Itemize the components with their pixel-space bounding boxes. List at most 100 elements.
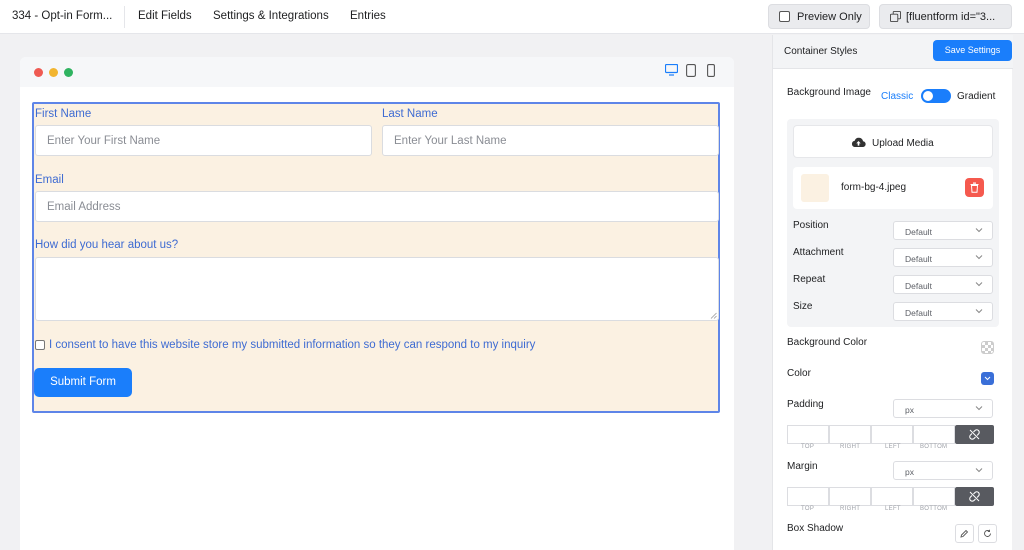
margin-unit-select[interactable]: px xyxy=(893,461,993,480)
email-input[interactable]: Email Address xyxy=(35,191,719,222)
container-styles-panel: Container Styles Save Settings Backgroun… xyxy=(772,35,1013,550)
background-image-settings: Upload Media form-bg-4.jpeg Position Def… xyxy=(787,119,999,327)
repeat-label: Repeat xyxy=(793,274,826,285)
desktop-icon[interactable] xyxy=(665,64,678,76)
file-name: form-bg-4.jpeg xyxy=(841,182,907,193)
submit-form-button[interactable]: Submit Form xyxy=(34,368,132,397)
padding-right-input[interactable] xyxy=(829,425,871,444)
size-value: Default xyxy=(905,308,932,318)
margin-bottom-input[interactable] xyxy=(913,487,955,506)
size-select[interactable]: Default xyxy=(893,302,993,321)
padding-label: Padding xyxy=(787,399,824,410)
preview-only-button[interactable]: Preview Only xyxy=(768,4,870,29)
background-color-label: Background Color xyxy=(787,337,868,348)
edit-shadow-button[interactable] xyxy=(955,524,974,543)
shortcode-label: [fluentform id="3... xyxy=(906,11,996,23)
upload-media-button[interactable]: Upload Media xyxy=(793,125,993,158)
box-label-left: LEFT xyxy=(885,444,901,450)
attachment-select[interactable]: Default xyxy=(893,248,993,267)
consent-text: I consent to have this website store my … xyxy=(49,339,536,351)
box-shadow-label: Box Shadow xyxy=(787,523,844,534)
delete-image-button[interactable] xyxy=(965,178,984,197)
reset-shadow-button[interactable] xyxy=(978,524,997,543)
padding-top-input[interactable] xyxy=(787,425,829,444)
consent-checkbox[interactable] xyxy=(35,340,45,350)
repeat-value: Default xyxy=(905,281,932,291)
box-label-right: RIGHT xyxy=(840,444,861,450)
tab-settings-integrations[interactable]: Settings & Integrations xyxy=(213,10,329,22)
position-label: Position xyxy=(793,220,829,231)
background-color-swatch[interactable] xyxy=(981,341,994,354)
reset-icon xyxy=(984,529,991,537)
form-title: 334 - Opt-in Form... xyxy=(12,10,113,22)
panel-title: Container Styles xyxy=(784,46,858,57)
gradient-option[interactable]: Gradient xyxy=(957,91,995,102)
checkbox-icon xyxy=(779,11,790,22)
last-name-label: Last Name xyxy=(382,108,438,120)
copy-icon xyxy=(890,11,901,22)
margin-unit-value: px xyxy=(905,467,914,477)
tab-entries[interactable]: Entries xyxy=(350,10,386,22)
box-label-left: LEFT xyxy=(885,506,901,512)
window-dot-green xyxy=(64,68,73,77)
box-label-top: TOP xyxy=(801,506,815,512)
chevron-down-icon xyxy=(975,309,983,314)
classic-option[interactable]: Classic xyxy=(881,91,913,102)
padding-unit-value: px xyxy=(905,405,914,415)
window-dot-red xyxy=(34,68,43,77)
chevron-down-icon xyxy=(975,228,983,233)
first-name-label: First Name xyxy=(35,108,92,120)
preview-header xyxy=(20,57,734,87)
classic-gradient-toggle[interactable] xyxy=(921,89,951,103)
padding-unit-select[interactable]: px xyxy=(893,399,993,418)
tab-edit-fields[interactable]: Edit Fields xyxy=(138,10,192,22)
color-label: Color xyxy=(787,368,811,379)
first-name-input[interactable]: Enter Your First Name xyxy=(35,125,372,156)
form-container[interactable]: First Name Enter Your First Name Last Na… xyxy=(32,102,720,413)
padding-link-button[interactable] xyxy=(955,425,994,444)
attachment-value: Default xyxy=(905,254,932,264)
box-label-bottom: BOTTOM xyxy=(920,506,948,512)
resize-handle-icon[interactable] xyxy=(710,312,717,319)
upload-media-label: Upload Media xyxy=(872,138,934,149)
size-label: Size xyxy=(793,301,813,312)
color-swatch[interactable] xyxy=(981,372,994,385)
padding-bottom-input[interactable] xyxy=(913,425,955,444)
shortcode-button[interactable]: [fluentform id="3... xyxy=(879,4,1012,29)
margin-label: Margin xyxy=(787,461,818,472)
chevron-down-icon xyxy=(975,468,983,473)
background-image-label: Background Image xyxy=(787,87,871,98)
top-bar: 334 - Opt-in Form... Edit Fields Setting… xyxy=(0,0,1024,34)
preview-window: First Name Enter Your First Name Last Na… xyxy=(20,57,734,550)
margin-left-input[interactable] xyxy=(871,487,913,506)
unlink-icon xyxy=(969,491,980,502)
tablet-icon[interactable] xyxy=(686,64,696,77)
image-thumbnail xyxy=(801,174,829,202)
trash-icon xyxy=(970,182,979,193)
preview-only-label: Preview Only xyxy=(797,11,862,23)
box-label-bottom: BOTTOM xyxy=(920,444,948,450)
window-dot-yellow xyxy=(49,68,58,77)
chevron-down-icon xyxy=(975,255,983,260)
divider xyxy=(124,6,125,28)
padding-left-input[interactable] xyxy=(871,425,913,444)
cloud-upload-icon xyxy=(851,137,866,148)
unlink-icon xyxy=(969,429,980,440)
box-label-top: TOP xyxy=(801,444,815,450)
editor-canvas: First Name Enter Your First Name Last Na… xyxy=(0,35,760,550)
margin-right-input[interactable] xyxy=(829,487,871,506)
last-name-input[interactable]: Enter Your Last Name xyxy=(382,125,719,156)
box-label-right: RIGHT xyxy=(840,506,861,512)
save-settings-button[interactable]: Save Settings xyxy=(933,40,1012,61)
position-select[interactable]: Default xyxy=(893,221,993,240)
email-label: Email xyxy=(35,174,64,186)
chevron-down-icon xyxy=(975,282,983,287)
pencil-icon xyxy=(960,529,969,538)
chevron-down-icon xyxy=(975,406,983,411)
margin-link-button[interactable] xyxy=(955,487,994,506)
repeat-select[interactable]: Default xyxy=(893,275,993,294)
margin-top-input[interactable] xyxy=(787,487,829,506)
hear-about-textarea[interactable] xyxy=(35,257,719,321)
toggle-knob xyxy=(923,91,933,101)
mobile-icon[interactable] xyxy=(707,64,715,77)
